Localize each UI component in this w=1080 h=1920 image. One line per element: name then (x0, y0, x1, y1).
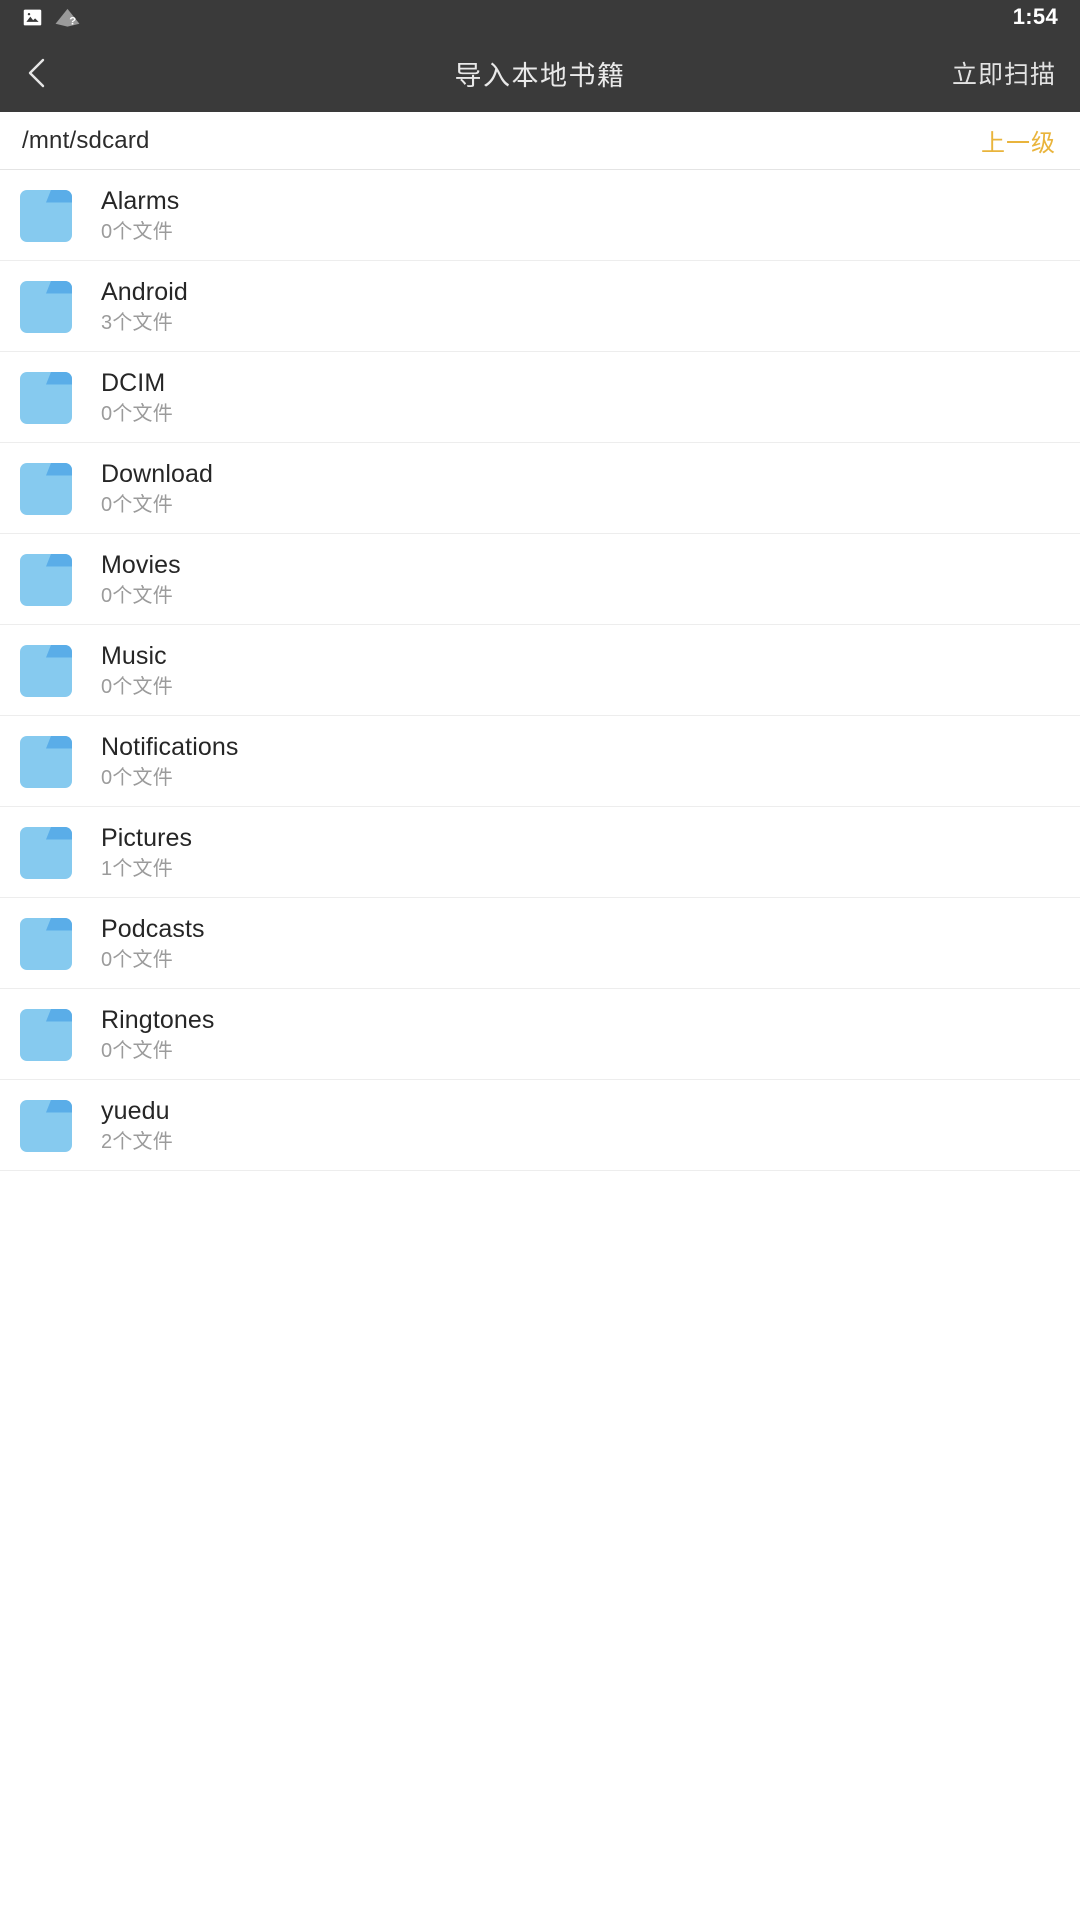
file-item-name: Android (101, 278, 188, 307)
file-item-count: 0个文件 (101, 766, 173, 789)
file-item-count: 3个文件 (101, 311, 173, 334)
file-list-item[interactable]: Music 0个文件 (0, 625, 1080, 716)
file-item-name: Music (101, 642, 167, 671)
file-item-meta: Notifications 0个文件 (101, 734, 238, 789)
status-bar-right: 1:54 (1013, 6, 1058, 28)
folder-tab-icon (46, 917, 72, 931)
folder-tab-icon (46, 644, 72, 658)
folder-icon (20, 917, 72, 970)
folder-icon (20, 644, 72, 697)
file-list-item[interactable]: Ringtones 0个文件 (0, 989, 1080, 1080)
file-item-count: 0个文件 (101, 948, 173, 971)
page-title: 导入本地书籍 (454, 60, 626, 91)
file-item-count: 0个文件 (101, 493, 173, 516)
path-bar: /mnt/sdcard 上一级 (0, 112, 1080, 170)
file-item-count: 0个文件 (101, 584, 173, 607)
file-item-meta: Movies 0个文件 (101, 552, 181, 607)
file-item-count: 0个文件 (101, 220, 173, 243)
folder-icon (20, 826, 72, 879)
file-list-item[interactable]: Podcasts 0个文件 (0, 898, 1080, 989)
folder-tab-icon (46, 826, 72, 840)
folder-icon (20, 371, 72, 424)
svg-text:?: ? (69, 15, 76, 27)
file-list-item[interactable]: Notifications 0个文件 (0, 716, 1080, 807)
folder-tab-icon (46, 553, 72, 567)
file-item-meta: Podcasts 0个文件 (101, 916, 205, 971)
folder-icon (20, 462, 72, 515)
status-bar-icons: ? (22, 7, 81, 28)
file-list: Alarms 0个文件 Android 3个文件 DCIM 0个文件 Download 0个文… (0, 170, 1080, 1171)
file-item-name: Notifications (101, 733, 239, 762)
file-item-meta: Pictures 1个文件 (101, 825, 192, 880)
file-item-name: Download (101, 460, 213, 489)
file-list-item[interactable]: Alarms 0个文件 (0, 170, 1080, 261)
file-item-name: Alarms (101, 187, 180, 216)
file-item-count: 0个文件 (101, 402, 173, 425)
parent-directory-button[interactable]: 上一级 (981, 123, 1056, 158)
file-item-count: 1个文件 (101, 857, 173, 880)
file-item-name: Ringtones (101, 1006, 215, 1035)
folder-icon (20, 189, 72, 242)
file-item-name: Pictures (101, 824, 193, 853)
folder-icon (20, 1008, 72, 1061)
folder-icon (20, 1099, 72, 1152)
file-list-item[interactable]: Android 3个文件 (0, 261, 1080, 352)
file-item-name: Podcasts (101, 915, 205, 944)
app-bar: 导入本地书籍 立即扫描 (0, 34, 1080, 112)
file-item-name: yuedu (101, 1097, 170, 1126)
folder-tab-icon (46, 462, 72, 476)
app-screen: ? 1:54 导入本地书籍 立即扫描 /mnt/sdcard 上一级 Alarm… (0, 0, 1080, 1920)
folder-icon (20, 735, 72, 788)
scan-now-button[interactable]: 立即扫描 (952, 55, 1056, 91)
file-item-count: 0个文件 (101, 675, 173, 698)
photo-icon (22, 7, 43, 28)
file-item-count: 2个文件 (101, 1130, 173, 1153)
folder-tab-icon (46, 735, 72, 749)
current-path: /mnt/sdcard (22, 126, 150, 154)
file-item-meta: DCIM 0个文件 (101, 370, 173, 425)
file-item-name: DCIM (101, 369, 166, 398)
status-bar-clock: 1:54 (1012, 4, 1058, 29)
file-item-meta: Ringtones 0个文件 (101, 1007, 214, 1062)
file-list-item[interactable]: Pictures 1个文件 (0, 807, 1080, 898)
folder-tab-icon (46, 371, 72, 385)
file-item-count: 0个文件 (101, 1039, 173, 1062)
file-list-item[interactable]: Download 0个文件 (0, 443, 1080, 534)
folder-tab-icon (46, 1008, 72, 1022)
folder-icon (20, 553, 72, 606)
folder-tab-icon (46, 280, 72, 294)
folder-tab-icon (46, 1099, 72, 1113)
file-item-meta: yuedu 2个文件 (101, 1098, 173, 1153)
file-item-meta: Android 3个文件 (101, 279, 188, 334)
file-list-item[interactable]: yuedu 2个文件 (0, 1080, 1080, 1171)
status-bar: ? 1:54 (0, 0, 1080, 34)
folder-icon (20, 280, 72, 333)
back-button[interactable] (0, 34, 74, 112)
file-item-meta: Music 0个文件 (101, 643, 173, 698)
folder-tab-icon (46, 189, 72, 203)
file-item-meta: Alarms 0个文件 (101, 188, 179, 243)
wifi-question-icon: ? (54, 7, 81, 28)
chevron-left-icon (24, 56, 50, 90)
file-list-item[interactable]: Movies 0个文件 (0, 534, 1080, 625)
file-item-name: Movies (101, 551, 181, 580)
file-item-meta: Download 0个文件 (101, 461, 213, 516)
file-list-item[interactable]: DCIM 0个文件 (0, 352, 1080, 443)
